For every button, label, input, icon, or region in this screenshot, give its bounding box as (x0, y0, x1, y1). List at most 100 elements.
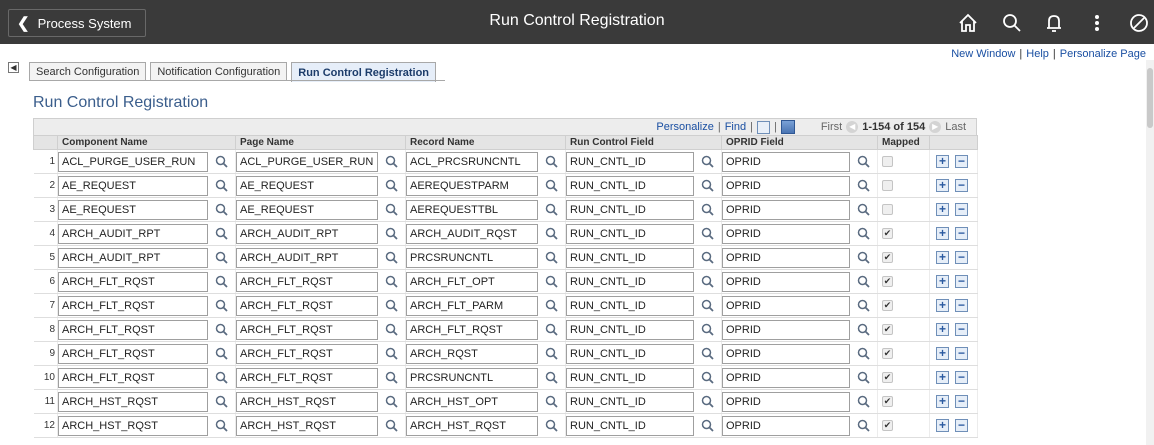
page-name-field-input[interactable] (236, 295, 378, 316)
oprid-field-input[interactable] (722, 343, 850, 364)
run-control-field-input[interactable] (566, 247, 694, 268)
record-name-field-input[interactable] (406, 151, 538, 172)
column-header-component-name[interactable]: Component Name (57, 135, 236, 150)
component-name-field-input[interactable] (58, 151, 208, 172)
lookup-icon[interactable] (855, 418, 871, 434)
run-control-field-input[interactable] (566, 343, 694, 364)
record-name-field-input[interactable] (406, 175, 538, 196)
lookup-icon[interactable] (855, 154, 871, 170)
lookup-icon[interactable] (213, 154, 229, 170)
lookup-icon[interactable] (213, 226, 229, 242)
lookup-icon[interactable] (699, 202, 715, 218)
record-name-field-input[interactable] (406, 319, 538, 340)
run-control-field-input[interactable] (566, 415, 694, 436)
page-name-field-input[interactable] (236, 247, 378, 268)
add-row-button[interactable]: + (936, 227, 949, 240)
navbar-icon[interactable] (1126, 10, 1152, 36)
column-header-record-name[interactable]: Record Name (405, 135, 566, 150)
lookup-icon[interactable] (699, 394, 715, 410)
component-name-field-input[interactable] (58, 175, 208, 196)
actions-menu-icon[interactable] (1084, 10, 1110, 36)
component-name-field-input[interactable] (58, 247, 208, 268)
page-name-field-input[interactable] (236, 391, 378, 412)
notification-bell-icon[interactable] (1041, 10, 1067, 36)
delete-row-button[interactable]: − (955, 371, 968, 384)
scrollbar-thumb[interactable] (1147, 68, 1153, 128)
delete-row-button[interactable]: − (955, 275, 968, 288)
oprid-field-input[interactable] (722, 367, 850, 388)
page-name-field-input[interactable] (236, 151, 378, 172)
add-row-button[interactable]: + (936, 155, 949, 168)
run-control-field-input[interactable] (566, 175, 694, 196)
oprid-field-input[interactable] (722, 223, 850, 244)
add-row-button[interactable]: + (936, 371, 949, 384)
lookup-icon[interactable] (543, 322, 559, 338)
lookup-icon[interactable] (213, 202, 229, 218)
oprid-field-input[interactable] (722, 295, 850, 316)
lookup-icon[interactable] (213, 418, 229, 434)
component-name-field-input[interactable] (58, 271, 208, 292)
lookup-icon[interactable] (383, 274, 399, 290)
grid-find-link[interactable]: Find (725, 121, 746, 133)
collapse-tabs-icon[interactable]: ◀ (8, 62, 19, 73)
lookup-icon[interactable] (855, 346, 871, 362)
lookup-icon[interactable] (383, 250, 399, 266)
delete-row-button[interactable]: − (955, 395, 968, 408)
lookup-icon[interactable] (213, 298, 229, 314)
page-name-field-input[interactable] (236, 175, 378, 196)
record-name-field-input[interactable] (406, 415, 538, 436)
lookup-icon[interactable] (213, 346, 229, 362)
lookup-icon[interactable] (699, 418, 715, 434)
page-name-field-input[interactable] (236, 319, 378, 340)
add-row-button[interactable]: + (936, 275, 949, 288)
lookup-icon[interactable] (383, 346, 399, 362)
component-name-field-input[interactable] (58, 319, 208, 340)
lookup-icon[interactable] (213, 322, 229, 338)
delete-row-button[interactable]: − (955, 347, 968, 360)
lookup-icon[interactable] (543, 370, 559, 386)
lookup-icon[interactable] (543, 226, 559, 242)
oprid-field-input[interactable] (722, 271, 850, 292)
tab-run-control-registration[interactable]: Run Control Registration (291, 62, 437, 82)
add-row-button[interactable]: + (936, 299, 949, 312)
help-link[interactable]: Help (1026, 48, 1049, 60)
lookup-icon[interactable] (543, 274, 559, 290)
lookup-icon[interactable] (383, 202, 399, 218)
lookup-icon[interactable] (543, 154, 559, 170)
home-icon[interactable] (955, 10, 981, 36)
component-name-field-input[interactable] (58, 295, 208, 316)
column-header-page-name[interactable]: Page Name (235, 135, 406, 150)
lookup-icon[interactable] (699, 322, 715, 338)
add-row-button[interactable]: + (936, 251, 949, 264)
add-row-button[interactable]: + (936, 179, 949, 192)
lookup-icon[interactable] (855, 178, 871, 194)
search-icon[interactable] (999, 10, 1025, 36)
column-header-mapped[interactable]: Mapped (877, 135, 930, 150)
lookup-icon[interactable] (855, 322, 871, 338)
lookup-icon[interactable] (543, 298, 559, 314)
lookup-icon[interactable] (855, 202, 871, 218)
delete-row-button[interactable]: − (955, 203, 968, 216)
lookup-icon[interactable] (699, 226, 715, 242)
component-name-field-input[interactable] (58, 415, 208, 436)
page-name-field-input[interactable] (236, 271, 378, 292)
delete-row-button[interactable]: − (955, 251, 968, 264)
lookup-icon[interactable] (213, 178, 229, 194)
lookup-icon[interactable] (699, 298, 715, 314)
component-name-field-input[interactable] (58, 391, 208, 412)
download-spreadsheet-icon[interactable] (780, 120, 795, 134)
record-name-field-input[interactable] (406, 367, 538, 388)
add-row-button[interactable]: + (936, 203, 949, 216)
lookup-icon[interactable] (383, 226, 399, 242)
back-button[interactable]: ❮ Process System (8, 9, 146, 37)
delete-row-button[interactable]: − (955, 299, 968, 312)
delete-row-button[interactable]: − (955, 419, 968, 432)
lookup-icon[interactable] (855, 394, 871, 410)
page-name-field-input[interactable] (236, 343, 378, 364)
record-name-field-input[interactable] (406, 223, 538, 244)
delete-row-button[interactable]: − (955, 227, 968, 240)
run-control-field-input[interactable] (566, 319, 694, 340)
lookup-icon[interactable] (543, 202, 559, 218)
new-window-link[interactable]: New Window (951, 48, 1015, 60)
run-control-field-input[interactable] (566, 295, 694, 316)
